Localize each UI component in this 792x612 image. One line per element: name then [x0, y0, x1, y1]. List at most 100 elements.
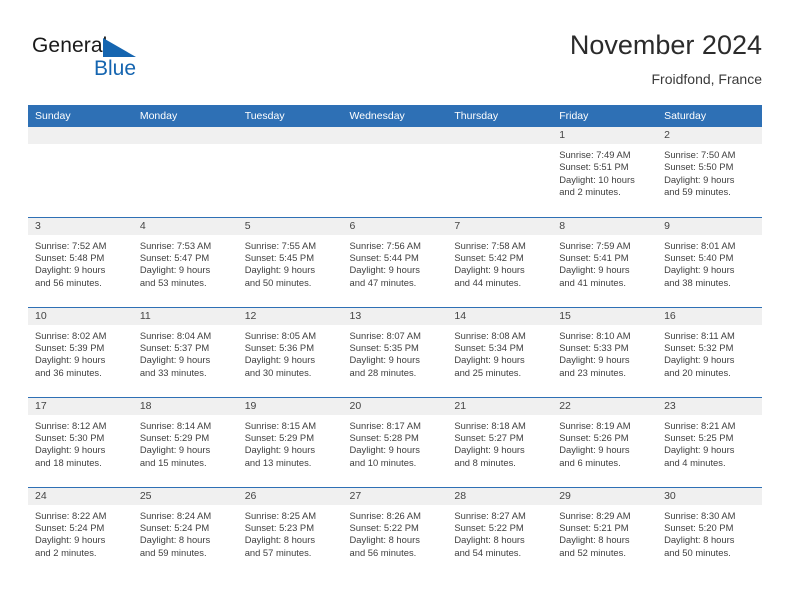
calendar-day-cell[interactable]: 27 Sunrise: 8:26 AM Sunset: 5:22 PM Dayligh…: [342, 486, 448, 577]
day-detail-line: Daylight: 9 hours: [349, 264, 420, 276]
calendar-day-cell[interactable]: 4 Sunrise: 7:53 AM Sunset: 5:47 PM Daylight…: [132, 216, 238, 307]
calendar-day-cell[interactable]: 10 Sunrise: 8:02 AM Sunset: 5:39 PM Dayligh…: [28, 306, 133, 397]
calendar-day-cell[interactable]: 5 Sunrise: 7:55 AM Sunset: 5:45 PM Daylight…: [237, 216, 343, 307]
calendar-day-cell[interactable]: 16 Sunrise: 8:11 AM Sunset: 5:32 PM Dayligh…: [657, 306, 762, 397]
day-number: 30: [657, 487, 762, 505]
calendar-day-cell[interactable]: 11 Sunrise: 8:04 AM Sunset: 5:37 PM Dayligh…: [132, 306, 238, 397]
day-detail-line: Sunrise: 8:11 AM: [664, 329, 735, 341]
day-number: 19: [237, 397, 343, 415]
day-detail-line: Sunset: 5:50 PM: [664, 161, 734, 173]
day-detail-line: Sunset: 5:22 PM: [349, 521, 419, 533]
calendar-day-cell[interactable]: 26 Sunrise: 8:25 AM Sunset: 5:23 PM Dayligh…: [237, 486, 343, 577]
day-number: 20: [342, 397, 448, 415]
day-details: Sunrise: 8:18 AM Sunset: 5:27 PM Daylight:…: [447, 415, 552, 470]
calendar-day-cell[interactable]: 29 Sunrise: 8:29 AM Sunset: 5:21 PM Dayligh…: [552, 486, 658, 577]
day-detail-line: Sunrise: 8:01 AM: [664, 239, 736, 251]
day-detail-line: and 6 minutes.: [559, 456, 621, 468]
day-number: 9: [657, 217, 762, 235]
day-detail-line: Sunset: 5:45 PM: [244, 251, 314, 263]
day-detail-line: Sunset: 5:42 PM: [454, 251, 524, 263]
day-details: Sunrise: 8:26 AM Sunset: 5:22 PM Daylight:…: [343, 505, 448, 560]
day-detail-line: Sunset: 5:47 PM: [139, 251, 210, 263]
day-detail-line: and 28 minutes.: [349, 366, 417, 378]
day-detail-line: Sunrise: 7:56 AM: [349, 239, 421, 251]
day-details: Sunrise: 8:15 AM Sunset: 5:29 PM Daylight:…: [238, 415, 343, 470]
day-details: Sunrise: 8:14 AM Sunset: 5:29 PM Daylight:…: [133, 415, 238, 470]
day-number: 16: [657, 307, 762, 325]
day-detail-line: Sunrise: 8:30 AM: [664, 509, 736, 521]
logo-text-blue: Blue: [94, 57, 137, 80]
day-number: 27: [342, 487, 448, 505]
day-detail-line: Sunset: 5:41 PM: [559, 251, 629, 263]
day-detail-line: and 30 minutes.: [244, 366, 312, 378]
day-details: Sunrise: 8:17 AM Sunset: 5:28 PM Daylight:…: [343, 415, 448, 470]
day-detail-line: Daylight: 9 hours: [559, 444, 630, 456]
day-detail-line: Sunrise: 8:07 AM: [349, 329, 421, 341]
day-detail-line: and 2 minutes.: [559, 186, 621, 198]
calendar-day-cell-empty: [237, 127, 343, 217]
calendar-day-cell[interactable]: 28 Sunrise: 8:27 AM Sunset: 5:22 PM Dayligh…: [447, 486, 553, 577]
day-number: 13: [342, 307, 448, 325]
day-detail-line: Sunset: 5:22 PM: [454, 521, 524, 533]
general-blue-logo[interactable]: General Blue: [32, 34, 172, 92]
day-detail-line: Sunset: 5:35 PM: [349, 341, 419, 353]
calendar-day-cell[interactable]: 9 Sunrise: 8:01 AM Sunset: 5:40 PM Daylight…: [657, 216, 762, 307]
day-details: Sunrise: 7:59 AM Sunset: 5:41 PM Daylight:…: [552, 235, 657, 290]
calendar-day-cell[interactable]: 12 Sunrise: 8:05 AM Sunset: 5:36 PM Dayligh…: [237, 306, 343, 397]
day-detail-line: and 2 minutes.: [35, 546, 97, 558]
day-detail-line: Sunrise: 7:59 AM: [559, 239, 631, 251]
day-detail-line: and 56 minutes.: [35, 276, 102, 288]
day-number: [447, 127, 553, 144]
calendar-day-cell[interactable]: 30 Sunrise: 8:30 AM Sunset: 5:20 PM Dayligh…: [657, 486, 762, 577]
day-number: 10: [28, 307, 133, 325]
calendar-day-cell[interactable]: 18 Sunrise: 8:14 AM Sunset: 5:29 PM Dayligh…: [132, 396, 238, 487]
day-detail-line: Sunrise: 7:55 AM: [244, 239, 317, 251]
calendar-day-cell[interactable]: 8 Sunrise: 7:59 AM Sunset: 5:41 PM Daylight…: [552, 216, 658, 307]
day-number: [237, 127, 343, 144]
calendar-week-row: 24 Sunrise: 8:22 AM Sunset: 5:24 PM Dayligh…: [28, 486, 762, 577]
day-number: 4: [132, 217, 238, 235]
calendar-day-cell[interactable]: 17 Sunrise: 8:12 AM Sunset: 5:30 PM Dayligh…: [28, 396, 133, 487]
day-detail-line: Daylight: 8 hours: [454, 534, 525, 546]
day-detail-line: and 59 minutes.: [664, 186, 731, 198]
calendar-day-cell[interactable]: 24 Sunrise: 8:22 AM Sunset: 5:24 PM Dayligh…: [28, 486, 133, 577]
day-number: 12: [237, 307, 343, 325]
day-detail-line: Sunrise: 8:08 AM: [454, 329, 526, 341]
calendar-day-cell-empty: [28, 127, 133, 217]
day-detail-line: Sunrise: 8:17 AM: [349, 419, 421, 431]
calendar-day-cell[interactable]: 25 Sunrise: 8:24 AM Sunset: 5:24 PM Dayligh…: [132, 486, 238, 577]
day-number: 14: [447, 307, 553, 325]
calendar-week-row: 3 Sunrise: 7:52 AM Sunset: 5:48 PM Daylight…: [28, 216, 762, 307]
calendar-day-cell[interactable]: 23 Sunrise: 8:21 AM Sunset: 5:25 PM Dayligh…: [657, 396, 762, 487]
day-detail-line: and 36 minutes.: [35, 366, 102, 378]
calendar-day-cell[interactable]: 21 Sunrise: 8:18 AM Sunset: 5:27 PM Dayligh…: [447, 396, 553, 487]
calendar-day-cell[interactable]: 2 Sunrise: 7:50 AM Sunset: 5:50 PM Daylight…: [657, 127, 762, 217]
day-details: Sunrise: 8:11 AM Sunset: 5:32 PM Daylight:…: [657, 325, 762, 380]
day-details: Sunrise: 8:25 AM Sunset: 5:23 PM Daylight:…: [238, 505, 343, 560]
day-detail-line: Sunrise: 8:19 AM: [559, 419, 631, 431]
calendar-day-cell[interactable]: 7 Sunrise: 7:58 AM Sunset: 5:42 PM Daylight…: [447, 216, 553, 307]
day-detail-line: Sunset: 5:21 PM: [559, 521, 629, 533]
calendar-day-cell[interactable]: 3 Sunrise: 7:52 AM Sunset: 5:48 PM Daylight…: [28, 216, 133, 307]
day-detail-line: Sunrise: 8:21 AM: [664, 419, 736, 431]
calendar-day-cell[interactable]: 13 Sunrise: 8:07 AM Sunset: 5:35 PM Dayligh…: [342, 306, 448, 397]
day-details: Sunrise: 8:22 AM Sunset: 5:24 PM Daylight:…: [28, 505, 133, 560]
day-detail-line: and 50 minutes.: [664, 546, 731, 558]
day-detail-line: Sunset: 5:32 PM: [664, 341, 734, 353]
day-detail-line: and 54 minutes.: [454, 546, 522, 558]
day-detail-line: Sunset: 5:28 PM: [349, 431, 419, 443]
calendar-table: Sunday Monday Tuesday Wednesday Thursday Frid…: [28, 105, 762, 577]
day-detail-line: and 38 minutes.: [664, 276, 731, 288]
weekday-header-tuesday: Tuesday: [237, 105, 343, 127]
calendar-day-cell[interactable]: 14 Sunrise: 8:08 AM Sunset: 5:34 PM Dayligh…: [447, 306, 553, 397]
calendar-day-cell[interactable]: 15 Sunrise: 8:10 AM Sunset: 5:33 PM Dayligh…: [552, 306, 658, 397]
day-detail-line: Daylight: 8 hours: [559, 534, 630, 546]
calendar-day-cell[interactable]: 1 Sunrise: 7:49 AM Sunset: 5:51 PM Daylight…: [552, 127, 658, 217]
calendar-day-cell[interactable]: 6 Sunrise: 7:56 AM Sunset: 5:44 PM Daylight…: [342, 216, 448, 307]
calendar-day-cell[interactable]: 22 Sunrise: 8:19 AM Sunset: 5:26 PM Dayligh…: [552, 396, 658, 487]
day-detail-line: Sunset: 5:33 PM: [559, 341, 629, 353]
day-detail-line: Sunset: 5:37 PM: [139, 341, 210, 353]
day-detail-line: Sunrise: 8:04 AM: [139, 329, 212, 341]
calendar-day-cell[interactable]: 20 Sunrise: 8:17 AM Sunset: 5:28 PM Dayligh…: [342, 396, 448, 487]
calendar-day-cell[interactable]: 19 Sunrise: 8:15 AM Sunset: 5:29 PM Dayligh…: [237, 396, 343, 487]
